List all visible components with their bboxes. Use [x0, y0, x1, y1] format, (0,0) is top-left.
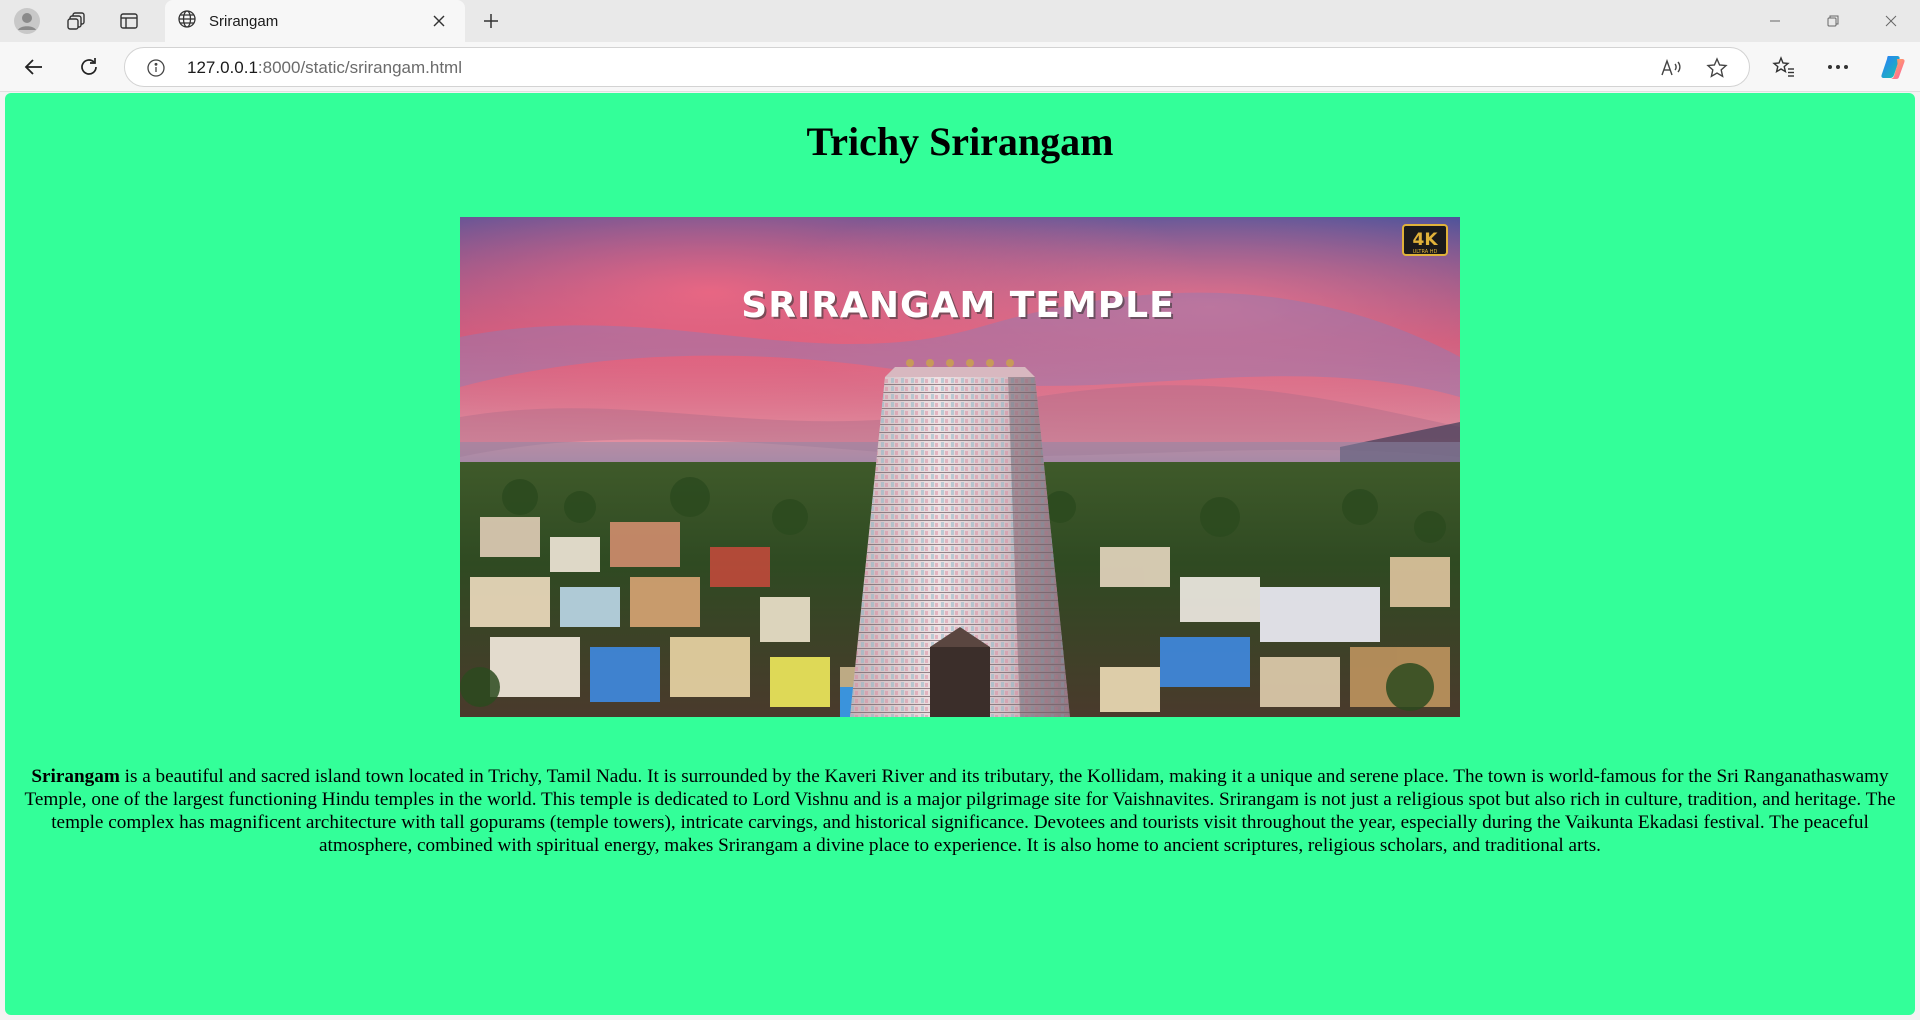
- copilot-icon[interactable]: [1873, 49, 1913, 85]
- minimize-icon[interactable]: [1746, 0, 1804, 42]
- tab-strip: Srirangam: [0, 0, 1920, 42]
- badge-sub: ULTRA HD: [1413, 249, 1438, 255]
- favorites-icon[interactable]: [1764, 49, 1804, 85]
- globe-icon: [177, 9, 197, 34]
- overlay-title: SRIRANGAM TEMPLE: [741, 285, 1174, 326]
- site-info-icon[interactable]: [145, 57, 167, 79]
- profile-avatar-icon[interactable]: [6, 6, 48, 36]
- workspaces-icon[interactable]: [56, 6, 98, 36]
- url-host: 127.0.0.1: [187, 58, 258, 77]
- description-bold: Srirangam: [31, 766, 120, 787]
- read-aloud-icon[interactable]: [1657, 55, 1685, 81]
- reload-icon[interactable]: [70, 49, 108, 85]
- more-options-icon[interactable]: [1818, 49, 1858, 85]
- favorite-star-icon[interactable]: [1703, 55, 1731, 81]
- back-arrow-icon[interactable]: [15, 49, 53, 85]
- address-bar[interactable]: 127.0.0.1:8000/static/srirangam.html: [124, 47, 1750, 87]
- badge-main: 4K: [1412, 230, 1438, 250]
- tab-title: Srirangam: [209, 12, 279, 30]
- window-controls: [1746, 0, 1920, 42]
- new-tab-button[interactable]: [475, 6, 507, 36]
- page-title: Trichy Srirangam: [806, 119, 1114, 164]
- tab-actions-icon[interactable]: [108, 6, 150, 36]
- close-window-icon[interactable]: [1862, 0, 1920, 42]
- description-paragraph: Srirangam is a beautiful and sacred isla…: [17, 765, 1903, 857]
- description-text: is a beautiful and sacred island town lo…: [24, 766, 1896, 856]
- navigation-bar: 127.0.0.1:8000/static/srirangam.html: [0, 42, 1920, 92]
- url-path: :8000/static/srirangam.html: [257, 58, 462, 77]
- page-viewport: Trichy Srirangam SRIRANGAM TEMPLE SRIRAN…: [5, 93, 1915, 1015]
- close-tab-icon[interactable]: [425, 7, 453, 35]
- url-text[interactable]: 127.0.0.1:8000/static/srirangam.html: [187, 58, 462, 78]
- restore-icon[interactable]: [1804, 0, 1862, 42]
- srirangam-temple-image: SRIRANGAM TEMPLE SRIRANGAM TEMPLE 4K ULT…: [460, 217, 1460, 717]
- tab-srirangam[interactable]: Srirangam: [165, 0, 465, 42]
